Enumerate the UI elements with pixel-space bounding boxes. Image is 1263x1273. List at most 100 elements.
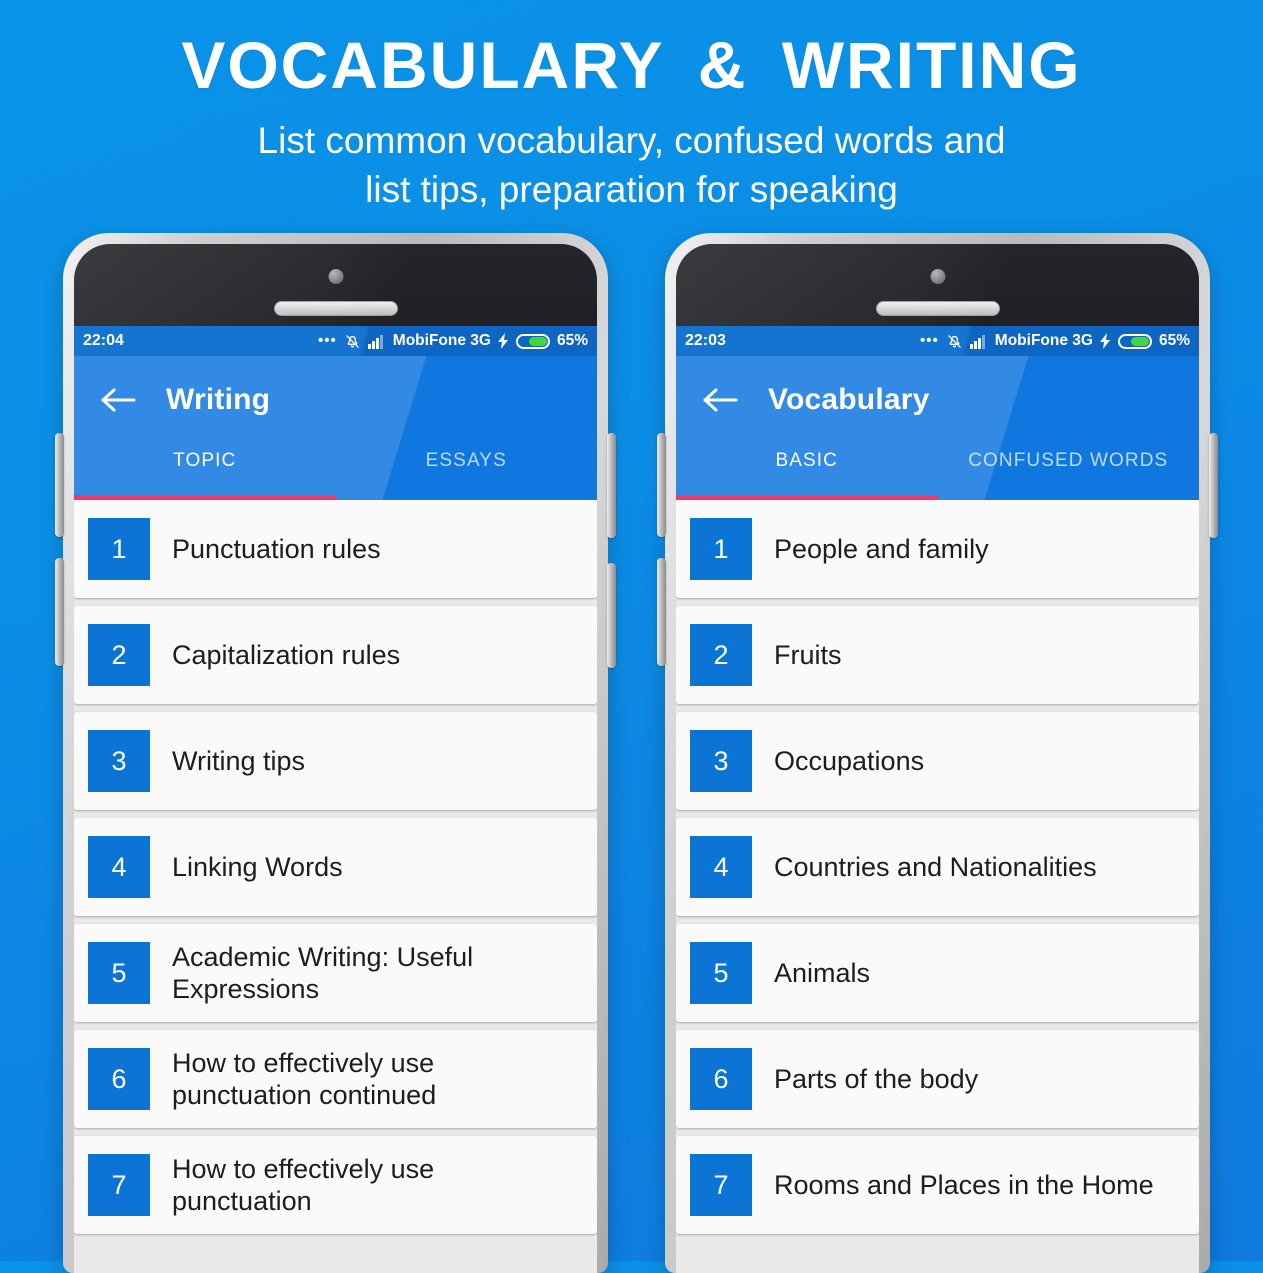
list-item-number: 2	[88, 624, 150, 686]
list-item-number: 1	[690, 518, 752, 580]
list-item-label: How to effectively use punctuation	[172, 1153, 435, 1216]
list-item-label: How to effectively use punctuation conti…	[172, 1047, 437, 1110]
tab-basic[interactable]: BASIC	[676, 444, 938, 500]
hero-subtitle: List common vocabulary, confused words a…	[0, 117, 1263, 215]
tab-confused-words[interactable]: CONFUSED WORDS	[938, 444, 1200, 500]
secondary-side-button[interactable]	[607, 563, 616, 668]
signal-bars-icon	[367, 334, 386, 349]
tab-bar: TOPIC ESSAYS	[74, 444, 597, 500]
bell-muted-icon	[946, 333, 963, 350]
tab-active-indicator	[676, 495, 938, 500]
list-item-label: Capitalization rules	[172, 639, 401, 670]
list-item[interactable]: 4 Linking Words	[74, 818, 597, 916]
phone-mockup-vocabulary: 22:03 ••• MobiFone 3G 65% Vocabulary BAS…	[657, 233, 1218, 1273]
front-camera-icon	[930, 269, 945, 284]
carrier-label: MobiFone 3G	[392, 332, 491, 349]
vocabulary-list[interactable]: 1 People and family 2 Fruits 3 Occupatio…	[676, 500, 1199, 1273]
list-item[interactable]: 6 Parts of the body	[676, 1030, 1199, 1128]
tab-bar: BASIC CONFUSED WORDS	[676, 444, 1199, 500]
list-item-number: 5	[690, 942, 752, 1004]
carrier-label: MobiFone 3G	[994, 332, 1093, 349]
power-button[interactable]	[607, 433, 616, 538]
list-item[interactable]: 4 Countries and Nationalities	[676, 818, 1199, 916]
list-item-number: 4	[88, 836, 150, 898]
hero-subtitle-line-1: List common vocabulary, confused words a…	[257, 120, 1006, 162]
list-item-label: Rooms and Places in the Home	[774, 1169, 1154, 1200]
hero-subtitle-line-2: list tips, preparation for speaking	[365, 169, 898, 211]
app-bar: Vocabulary BASIC CONFUSED WORDS	[676, 356, 1199, 500]
volume-down-button[interactable]	[55, 558, 64, 666]
app-bar-title: Writing	[166, 383, 271, 416]
phone-screen-vocabulary: 22:03 ••• MobiFone 3G 65% Vocabulary BAS…	[676, 326, 1199, 1273]
list-item-number: 5	[88, 942, 150, 1004]
tab-essays[interactable]: ESSAYS	[336, 444, 598, 500]
list-item-label: Academic Writing: Useful Expressions	[172, 941, 474, 1004]
lightning-bolt-icon	[497, 333, 509, 349]
app-bar: Writing TOPIC ESSAYS	[74, 356, 597, 500]
earpiece-speaker	[273, 301, 398, 316]
list-item-label: Fruits	[774, 639, 842, 670]
list-item[interactable]: 2 Fruits	[676, 606, 1199, 704]
list-item-number: 1	[88, 518, 150, 580]
status-bar: 22:04 ••• MobiFone 3G 65%	[74, 326, 597, 356]
phone-mockup-writing: 22:04 ••• MobiFone 3G 65% Writing TOPIC …	[55, 233, 616, 1273]
tab-topic[interactable]: TOPIC	[74, 444, 336, 500]
list-item[interactable]: 1 People and family	[676, 500, 1199, 598]
status-bar-clock: 22:03	[685, 332, 726, 349]
battery-icon	[1117, 333, 1152, 349]
power-button[interactable]	[1209, 433, 1218, 538]
overflow-dots-icon: •••	[318, 332, 337, 349]
list-item[interactable]: 7 How to effectively use punctuation	[74, 1136, 597, 1234]
battery-percent-label: 65%	[556, 332, 588, 349]
app-bar-title: Vocabulary	[768, 383, 930, 416]
list-item[interactable]: 7 Rooms and Places in the Home	[676, 1136, 1199, 1234]
status-bar-icons: ••• MobiFone 3G 65%	[318, 332, 588, 350]
hero-banner: VOCABULARY & WRITING List common vocabul…	[0, 0, 1263, 215]
list-item-number: 2	[690, 624, 752, 686]
list-item-label: Linking Words	[172, 851, 343, 882]
status-bar-clock: 22:04	[83, 332, 124, 349]
back-arrow-icon[interactable]	[698, 378, 742, 422]
earpiece-speaker	[875, 301, 1000, 316]
phone-screen-writing: 22:04 ••• MobiFone 3G 65% Writing TOPIC …	[74, 326, 597, 1273]
topic-list[interactable]: 1 Punctuation rules 2 Capitalization rul…	[74, 500, 597, 1273]
list-item-label: People and family	[774, 533, 989, 564]
app-bar-top-row: Writing	[74, 356, 597, 444]
lightning-bolt-icon	[1099, 333, 1111, 349]
tab-active-indicator	[74, 495, 336, 500]
volume-up-button[interactable]	[55, 433, 64, 537]
status-bar-icons: ••• MobiFone 3G 65%	[920, 332, 1190, 350]
list-item[interactable]: 3 Writing tips	[74, 712, 597, 810]
bell-muted-icon	[344, 333, 361, 350]
list-item-number: 6	[88, 1048, 150, 1110]
list-item[interactable]: 1 Punctuation rules	[74, 500, 597, 598]
list-item-label: Parts of the body	[774, 1063, 979, 1094]
status-bar: 22:03 ••• MobiFone 3G 65%	[676, 326, 1199, 356]
list-item-label: Punctuation rules	[172, 533, 381, 564]
list-item-number: 6	[690, 1048, 752, 1110]
volume-down-button[interactable]	[657, 558, 666, 666]
volume-up-button[interactable]	[657, 433, 666, 537]
battery-icon	[515, 333, 550, 349]
list-item[interactable]: 3 Occupations	[676, 712, 1199, 810]
list-item-number: 3	[88, 730, 150, 792]
list-item[interactable]: 6 How to effectively use punctuation con…	[74, 1030, 597, 1128]
battery-percent-label: 65%	[1158, 332, 1190, 349]
list-item-label: Occupations	[774, 745, 925, 776]
list-item-number: 7	[690, 1154, 752, 1216]
list-item-label: Writing tips	[172, 745, 306, 776]
list-item-label: Countries and Nationalities	[774, 851, 1097, 882]
list-item-label: Animals	[774, 957, 871, 988]
page-title: VOCABULARY & WRITING	[181, 28, 1082, 102]
list-item-number: 3	[690, 730, 752, 792]
app-bar-top-row: Vocabulary	[676, 356, 1199, 444]
list-item[interactable]: 5 Academic Writing: Useful Expressions	[74, 924, 597, 1022]
list-item[interactable]: 2 Capitalization rules	[74, 606, 597, 704]
list-item-number: 7	[88, 1154, 150, 1216]
back-arrow-icon[interactable]	[96, 378, 140, 422]
signal-bars-icon	[969, 334, 988, 349]
front-camera-icon	[328, 269, 343, 284]
overflow-dots-icon: •••	[920, 332, 939, 349]
list-item[interactable]: 5 Animals	[676, 924, 1199, 1022]
list-item-number: 4	[690, 836, 752, 898]
